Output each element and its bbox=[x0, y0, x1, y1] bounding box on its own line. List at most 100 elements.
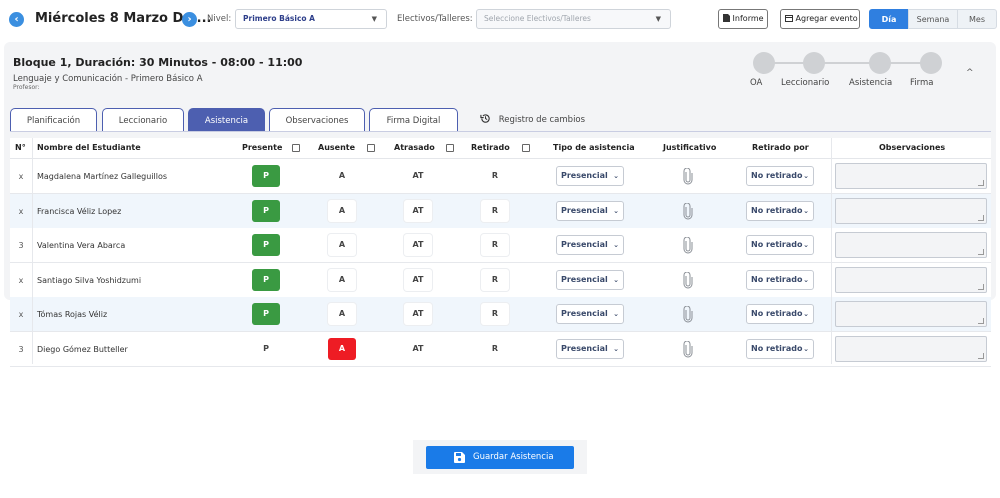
guardar-asistencia-label: Guardar Asistencia bbox=[473, 452, 554, 462]
save-icon bbox=[454, 452, 465, 463]
retirado-por-select[interactable]: No retirado ⌄ bbox=[746, 235, 814, 255]
ausente-toggle[interactable]: A bbox=[328, 337, 356, 360]
atrasado-all-checkbox[interactable] bbox=[446, 144, 454, 152]
atrasado-toggle[interactable]: AT bbox=[404, 234, 432, 256]
observaciones-textarea[interactable] bbox=[835, 232, 987, 258]
atrasado-toggle[interactable]: AT bbox=[404, 165, 432, 187]
tab-firma-digital[interactable]: Firma Digital bbox=[369, 108, 458, 132]
col-retirado: Retirado bbox=[471, 143, 510, 152]
student-name: Diego Gómez Butteller bbox=[37, 344, 128, 354]
presente-toggle[interactable]: P bbox=[252, 199, 280, 222]
student-name: Tómas Rojas Véliz bbox=[37, 310, 108, 319]
retirado-toggle[interactable]: R bbox=[481, 165, 509, 187]
agregar-evento-button[interactable]: Agregar evento bbox=[780, 9, 860, 29]
presente-all-checkbox[interactable] bbox=[292, 144, 300, 152]
retirado-toggle[interactable]: R bbox=[481, 268, 509, 291]
ausente-toggle[interactable]: A bbox=[328, 234, 356, 256]
paperclip-icon[interactable] bbox=[683, 237, 693, 254]
observaciones-textarea[interactable] bbox=[835, 335, 987, 362]
chevron-down-icon: ▼ bbox=[655, 15, 661, 23]
presente-toggle[interactable]: P bbox=[252, 303, 280, 325]
retirado-toggle[interactable]: R bbox=[481, 303, 509, 325]
chevron-down-icon: ⌄ bbox=[803, 275, 809, 284]
chevron-down-icon: ⌄ bbox=[613, 172, 619, 180]
table-header: N° Nombre del Estudiante Presente Ausent… bbox=[10, 138, 991, 159]
presente-toggle[interactable]: P bbox=[252, 268, 280, 291]
col-presente: Presente bbox=[242, 143, 283, 152]
step-asistencia-label: Asistencia bbox=[849, 78, 893, 88]
paperclip-icon[interactable] bbox=[683, 271, 693, 289]
table-row: x Santiago Silva Yoshidzumi P A AT R Pre… bbox=[10, 262, 991, 298]
registro-cambios-link[interactable]: Registro de cambios bbox=[480, 113, 585, 125]
atrasado-toggle[interactable]: AT bbox=[404, 303, 432, 325]
paperclip-icon[interactable] bbox=[683, 306, 693, 323]
chevron-down-icon: ▼ bbox=[371, 15, 377, 23]
chevron-down-icon: ⌄ bbox=[613, 344, 619, 353]
tabs-divider bbox=[10, 131, 991, 132]
row-number: 3 bbox=[18, 241, 24, 250]
guardar-asistencia-button[interactable]: Guardar Asistencia bbox=[426, 446, 574, 469]
ausente-toggle[interactable]: A bbox=[328, 303, 356, 325]
retirado-toggle[interactable]: R bbox=[481, 234, 509, 256]
bloque-subtitle: Lenguaje y Comunicación - Primero Básico… bbox=[13, 74, 203, 84]
nivel-select[interactable]: Primero Básico A ▼ bbox=[235, 9, 387, 29]
tab-planificacion[interactable]: Planificación bbox=[10, 108, 97, 132]
chevron-up-icon[interactable]: ^ bbox=[966, 68, 974, 78]
atrasado-toggle[interactable]: AT bbox=[404, 199, 432, 222]
next-day-icon[interactable]: › bbox=[182, 12, 197, 27]
tipo-asistencia-select[interactable]: Presencial ⌄ bbox=[556, 338, 624, 359]
retirado-toggle[interactable]: R bbox=[481, 338, 509, 360]
view-mes-button[interactable]: Mes bbox=[957, 9, 997, 29]
paperclip-icon[interactable] bbox=[683, 168, 693, 185]
chevron-down-icon: ⌄ bbox=[613, 241, 619, 249]
step-firma-indicator bbox=[920, 52, 942, 74]
retirado-por-select[interactable]: No retirado ⌄ bbox=[746, 200, 814, 221]
retirado-all-checkbox[interactable] bbox=[522, 144, 530, 152]
step-oa-indicator bbox=[753, 52, 775, 74]
retirado-toggle[interactable]: R bbox=[481, 199, 509, 222]
prev-day-icon[interactable]: ‹ bbox=[9, 12, 24, 27]
tipo-asistencia-select[interactable]: Presencial ⌄ bbox=[556, 200, 624, 221]
atrasado-toggle[interactable]: AT bbox=[404, 338, 432, 360]
tipo-asistencia-select[interactable]: Presencial ⌄ bbox=[556, 235, 624, 255]
view-dia-button[interactable]: Día bbox=[869, 9, 909, 29]
presente-toggle[interactable]: P bbox=[252, 234, 280, 256]
tipo-asistencia-select[interactable]: Presencial ⌄ bbox=[556, 269, 624, 290]
document-icon bbox=[723, 14, 730, 22]
observaciones-textarea[interactable] bbox=[835, 163, 987, 189]
presente-toggle[interactable]: P bbox=[252, 165, 280, 187]
col-retirado-por: Retirado por bbox=[752, 143, 809, 152]
electivos-label: Electivos/Talleres: bbox=[397, 14, 473, 24]
ausente-all-checkbox[interactable] bbox=[367, 144, 375, 152]
ausente-toggle[interactable]: A bbox=[328, 268, 356, 291]
electivos-select[interactable]: Seleccione Electivos/Talleres ▼ bbox=[476, 9, 671, 29]
tipo-asistencia-select[interactable]: Presencial ⌄ bbox=[556, 304, 624, 324]
paperclip-icon[interactable] bbox=[683, 340, 693, 358]
ausente-toggle[interactable]: A bbox=[328, 199, 356, 222]
tab-observaciones[interactable]: Observaciones bbox=[269, 108, 365, 132]
tab-leccionario[interactable]: Leccionario bbox=[102, 108, 184, 132]
registro-cambios-label: Registro de cambios bbox=[498, 115, 586, 125]
retirado-por-select[interactable]: No retirado ⌄ bbox=[746, 269, 814, 290]
informe-button[interactable]: Informe bbox=[718, 9, 768, 29]
retirado-por-select[interactable]: No retirado ⌄ bbox=[746, 304, 814, 324]
tipo-asistencia-select[interactable]: Presencial ⌄ bbox=[556, 166, 624, 186]
step-leccionario-indicator bbox=[803, 52, 825, 74]
bloque-title: Bloque 1, Duración: 30 Minutos - 08:00 -… bbox=[13, 56, 303, 69]
observaciones-textarea[interactable] bbox=[835, 266, 987, 293]
step-firma-label: Firma bbox=[910, 78, 934, 88]
view-semana-button[interactable]: Semana bbox=[908, 9, 958, 29]
ausente-toggle[interactable]: A bbox=[328, 165, 356, 187]
retirado-por-select[interactable]: No retirado ⌄ bbox=[746, 166, 814, 186]
chevron-down-icon: ⌄ bbox=[803, 241, 809, 249]
presente-toggle[interactable]: P bbox=[252, 338, 280, 360]
tab-asistencia[interactable]: Asistencia bbox=[188, 108, 265, 132]
atrasado-toggle[interactable]: AT bbox=[404, 268, 432, 291]
retirado-por-value: No retirado bbox=[751, 240, 803, 249]
table-row: 3 Valentina Vera Abarca P A AT R Presenc… bbox=[10, 228, 991, 263]
paperclip-icon[interactable] bbox=[683, 202, 693, 220]
chevron-down-icon: ⌄ bbox=[613, 275, 619, 284]
retirado-por-select[interactable]: No retirado ⌄ bbox=[746, 338, 814, 359]
observaciones-textarea[interactable] bbox=[835, 301, 987, 327]
observaciones-textarea[interactable] bbox=[835, 197, 987, 224]
